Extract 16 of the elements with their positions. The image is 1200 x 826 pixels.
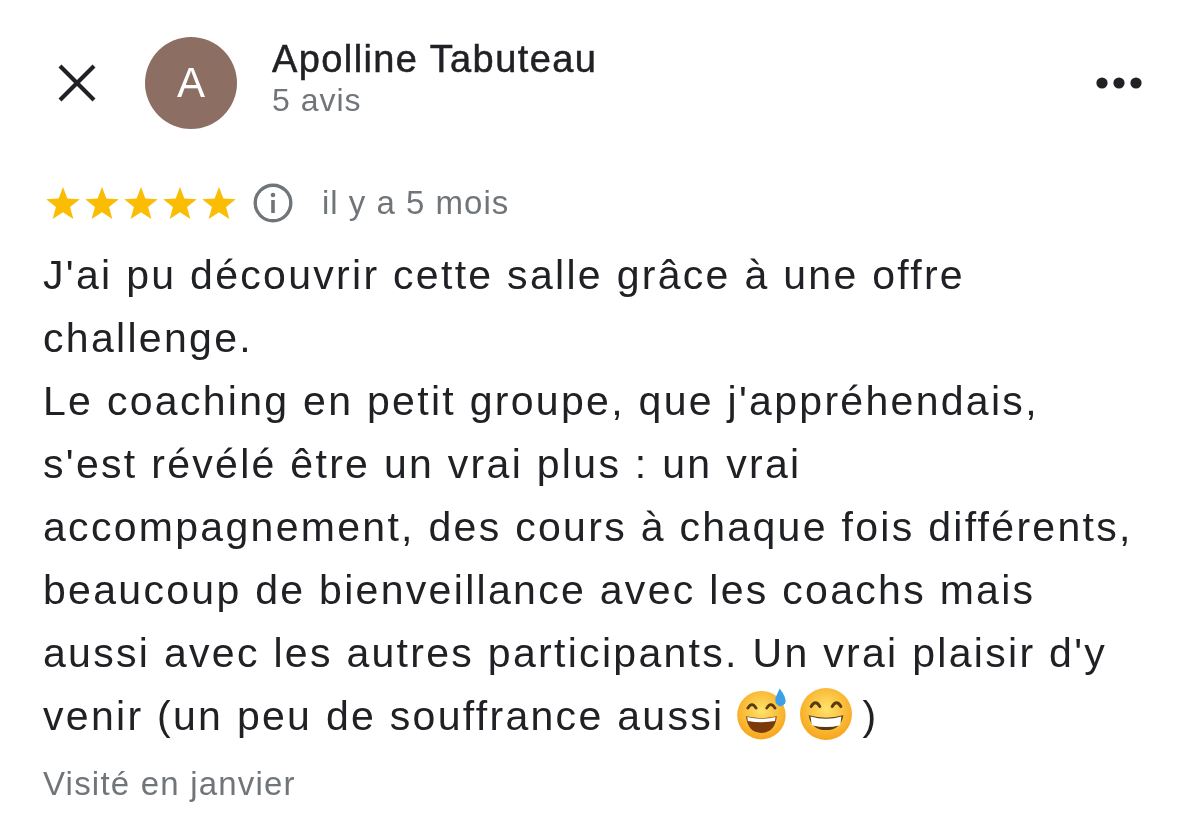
star-icon [201, 185, 237, 221]
star-icon [162, 185, 198, 221]
review-date: il y a 5 mois [322, 184, 510, 222]
close-icon[interactable] [57, 63, 97, 103]
reviewer-name[interactable]: Apolline Tabuteau [272, 36, 598, 82]
sweat-smile-emoji-icon [736, 688, 789, 740]
grinning-emoji-icon [800, 688, 853, 740]
visit-date: Visité en janvier [43, 764, 296, 804]
info-icon[interactable] [253, 183, 293, 223]
review-text: J'ai pu découvrir cette salle grâce à une offre challenge. Le coaching en petit groupe, que j'appréhendais, s'est révélé être un vrai plus : un vrai accompagnement, des cours à chaque fois différents, beaucoup de bienveillance avec les coachs mais aussi avec les autres participants. Un vrai plaisir d'y venir (un peu de souffrance aussi ) [43, 251, 1133, 742]
review-count: 5 avis [272, 82, 362, 118]
avatar[interactable]: A [145, 37, 237, 129]
star-icon [84, 185, 120, 221]
star-icon [123, 185, 159, 221]
more-options-icon[interactable] [1096, 77, 1142, 89]
star-icon [45, 185, 81, 221]
